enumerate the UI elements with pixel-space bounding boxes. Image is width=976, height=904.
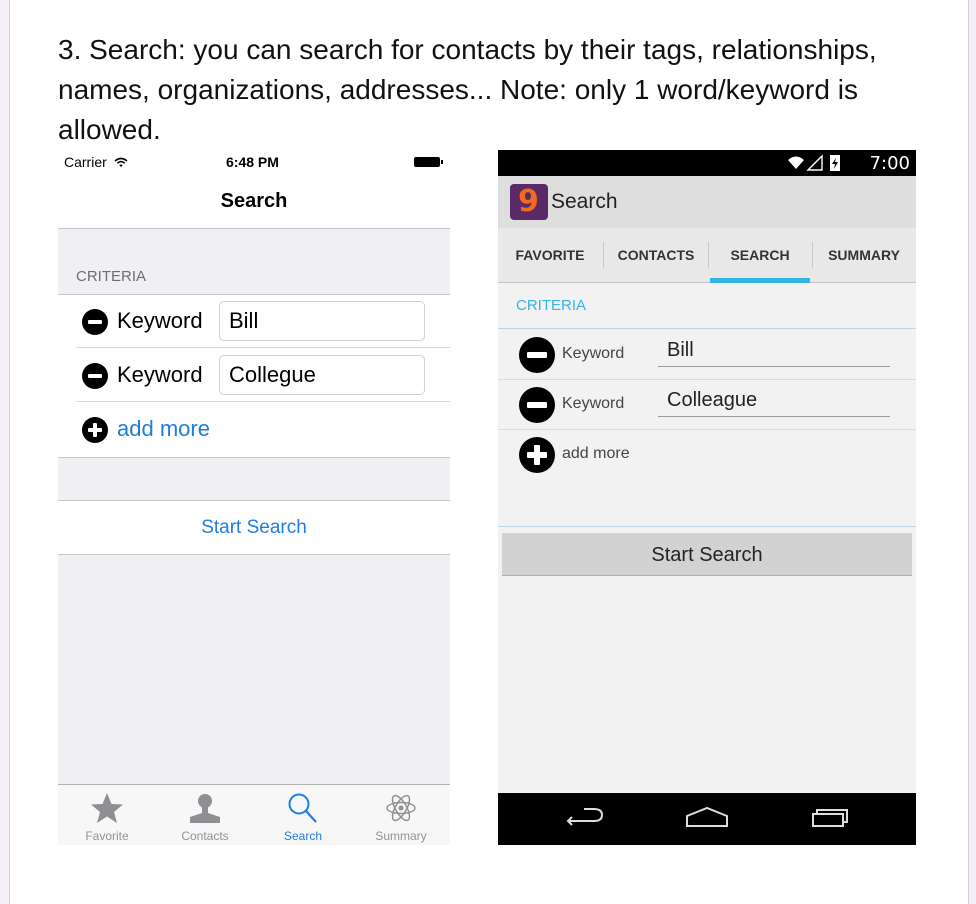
start-search-label: Start Search [651,544,763,566]
app-logo-icon: 9 [510,184,548,220]
tab-contacts[interactable]: Contacts [156,785,254,845]
ios-carrier: Carrier [64,154,128,170]
add-criteria-icon[interactable] [82,417,108,443]
criteria-section-header: CRITERIA [516,297,587,314]
ios-screen: Carrier 6:48 PM Search CRITERIA Keyword … [58,150,450,845]
android-action-bar: 9 Search [498,176,916,228]
star-icon [91,793,123,823]
battery-icon [414,157,443,167]
criteria-row: Keyword [498,379,916,430]
android-status-bar: 7:00 [498,150,916,176]
start-search-button[interactable]: Start Search [502,533,912,576]
magnifier-icon [288,793,317,823]
tab-label: FAVORITE [515,247,585,263]
section-divider [498,526,916,527]
recents-button[interactable] [756,793,895,845]
add-more-link[interactable]: add more [562,445,630,463]
remove-criteria-icon[interactable] [519,387,555,423]
criteria-row: Keyword [498,329,916,380]
keyword-input[interactable] [658,335,890,367]
tab-favorite[interactable]: Favorite [58,785,156,845]
tab-summary[interactable]: SUMMARY [812,228,916,282]
action-bar-title: Search [551,190,618,213]
tab-label: CONTACTS [617,247,695,263]
keyword-label: Keyword [117,362,203,387]
recents-icon [812,809,848,827]
ios-clock: 6:48 PM [226,154,279,170]
add-more-link[interactable]: add more [117,416,210,442]
android-clock: 7:00 [869,153,910,174]
keyword-label: Keyword [562,395,625,412]
tab-contacts[interactable]: CONTACTS [604,228,708,282]
keyword-input[interactable] [658,385,890,417]
nav-title: Search [220,190,288,212]
android-nav-bar [498,793,916,845]
ios-status-bar: Carrier 6:48 PM [58,150,450,172]
tab-label: SEARCH [730,247,790,263]
tab-label: Search [283,829,323,843]
row-divider [76,347,450,348]
remove-criteria-icon[interactable] [82,309,108,335]
add-criteria-icon[interactable] [519,437,555,473]
keyword-input[interactable] [219,301,425,341]
instruction-heading: 3. Search: you can search for contacts b… [58,34,877,145]
ios-tab-bar: Favorite Contacts Search Summary [58,784,450,845]
tab-label: Contacts [181,829,229,843]
person-icon [190,794,220,823]
ios-nav-bar: Search [58,172,450,229]
start-search-label: Start Search [201,517,307,538]
android-screen: 7:00 9 Search FAVORITE CONTACTS SEARCH S… [498,150,916,845]
keyword-input[interactable] [219,355,425,395]
criteria-section-header: CRITERIA [76,268,147,285]
carrier-label: Carrier [64,154,107,170]
add-more-row[interactable]: add more [58,403,450,456]
criteria-row: Keyword [58,295,450,348]
tab-favorite[interactable]: FAVORITE [498,228,602,282]
remove-criteria-icon[interactable] [82,363,108,389]
criteria-group: Keyword Keyword add more [58,294,450,458]
row-divider [76,401,450,402]
tab-summary[interactable]: Summary [352,785,450,845]
start-search-button[interactable]: Start Search [58,500,450,555]
remove-criteria-icon[interactable] [519,337,555,373]
tab-label: Favorite [85,829,129,843]
signal-icons [788,154,840,171]
tab-label: SUMMARY [828,247,900,263]
keyword-label: Keyword [117,308,203,333]
android-tabs: FAVORITE CONTACTS SEARCH SUMMARY [498,228,916,283]
criteria-row: Keyword [58,349,450,402]
tab-label: Summary [375,829,427,843]
keyword-label: Keyword [562,345,625,362]
tab-search[interactable]: Search [254,785,352,845]
add-more-row[interactable]: add more [498,429,916,479]
wifi-icon [114,157,128,167]
atom-icon [386,794,416,822]
tab-search[interactable]: SEARCH [708,228,812,283]
